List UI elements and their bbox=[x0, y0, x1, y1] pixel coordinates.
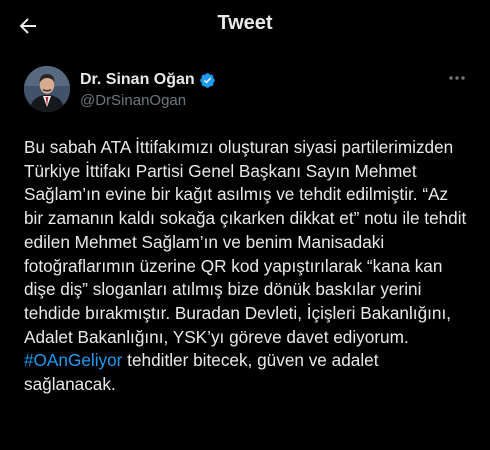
display-name[interactable]: Dr. Sinan Oğan bbox=[80, 71, 195, 89]
more-options-button[interactable] bbox=[446, 68, 468, 88]
avatar[interactable] bbox=[24, 66, 70, 112]
tweet-text: Bu sabah ATA İttifakımızı oluşturan siya… bbox=[24, 136, 470, 397]
hashtag-link[interactable]: #OAnGeliyor bbox=[24, 350, 122, 370]
tweet-author: Dr. Sinan Oğan @DrSinanOgan bbox=[24, 64, 474, 120]
verified-badge-icon bbox=[199, 72, 216, 89]
tweet-body: Bu sabah ATA İttifakımızı oluşturan siya… bbox=[24, 137, 472, 347]
top-bar: Tweet bbox=[0, 0, 490, 52]
name-row: Dr. Sinan Oğan bbox=[80, 70, 216, 90]
page-title: Tweet bbox=[217, 12, 273, 34]
more-horizontal-icon bbox=[449, 76, 465, 80]
user-handle[interactable]: @DrSinanOgan bbox=[80, 92, 186, 109]
